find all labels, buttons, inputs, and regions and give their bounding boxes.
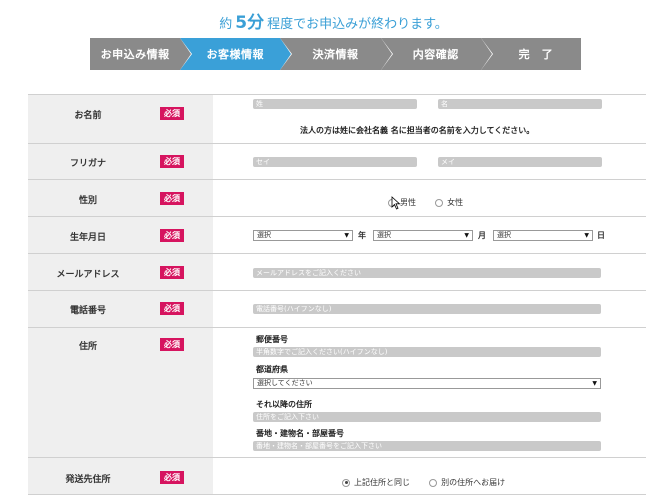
shipping-same-option[interactable]: 上記住所と同じ [342, 472, 410, 491]
label-cell: 発送先住所 必須 [28, 458, 213, 494]
label-cell: 生年月日 必須 [28, 217, 213, 253]
last-name-input[interactable]: 姓 [253, 99, 417, 109]
completion-time-header: 約 5分 程度でお申込みが終わります。 [0, 8, 667, 33]
progress-steps: お申込み情報 お客様情報 決済情報 内容確認 完 了 [90, 38, 582, 70]
radio-icon[interactable] [342, 478, 350, 487]
customer-info-form: お名前 必須 姓 名 法人の方は姓に会社名義 名に担当者の名前を入力してください… [28, 94, 646, 495]
last-name-kana-input[interactable]: セイ [253, 157, 417, 167]
building-input[interactable]: 番地・建物名・部屋番号をご記入下さい [253, 441, 601, 451]
required-badge: 必須 [160, 155, 184, 168]
radio-icon[interactable] [435, 198, 444, 207]
row-phone: 電話番号 必須 電話番号(ハイフンなし) [28, 291, 646, 328]
required-badge: 必須 [160, 338, 184, 351]
phone-input[interactable]: 電話番号(ハイフンなし) [253, 304, 601, 314]
day-unit: 日 [597, 231, 605, 240]
email-input[interactable]: メールアドレスをご記入ください [253, 268, 601, 278]
field-cell: 男性 女性 [213, 180, 646, 216]
header-minutes: 5分 [235, 13, 265, 33]
dropdown-arrow-icon: ▼ [584, 232, 589, 239]
label-cell: 性別 必須 [28, 180, 213, 216]
gender-female-label: 女性 [447, 198, 464, 207]
label-cell: 電話番号 必須 [28, 291, 213, 327]
gender-female-option[interactable]: 女性 [435, 192, 463, 211]
address-label: 住所 [78, 342, 97, 352]
dropdown-arrow-icon: ▼ [592, 380, 597, 387]
shipping-radio-group: 上記住所と同じ 別の住所へお届け [342, 472, 505, 491]
step-complete: 完 了 [480, 38, 582, 70]
corporate-name-note: 法人の方は姓に会社名義 名に担当者の名前を入力してください。 [300, 126, 535, 135]
header-suffix: 程度でお申込みが終わります。 [267, 17, 448, 32]
shipping-label: 発送先住所 [65, 475, 111, 485]
first-name-kana-input[interactable]: メイ [438, 157, 602, 167]
required-badge: 必須 [160, 471, 184, 484]
address-rest-label: それ以降の住所 [256, 400, 312, 409]
first-name-input[interactable]: 名 [438, 99, 602, 109]
row-gender: 性別 必須 男性 女性 [28, 180, 646, 217]
row-furigana: フリガナ 必須 セイ メイ [28, 144, 646, 180]
email-label: メールアドレス [56, 270, 120, 280]
label-cell: 住所 必須 [28, 328, 213, 457]
radio-icon[interactable] [429, 478, 438, 487]
name-label: お名前 [74, 111, 102, 121]
required-badge: 必須 [160, 266, 184, 279]
label-cell: フリガナ 必須 [28, 144, 213, 179]
row-birthdate: 生年月日 必須 選択 ▼ 年 選択 ▼ 月 選択 ▼ 日 [28, 217, 646, 254]
birth-year-select[interactable]: 選択 ▼ [253, 230, 353, 241]
building-label: 番地・建物名・部屋番号 [256, 429, 344, 438]
field-cell: 上記住所と同じ 別の住所へお届け [213, 458, 646, 494]
shipping-other-option[interactable]: 別の住所へお届け [429, 472, 505, 491]
label-cell: お名前 必須 [28, 95, 213, 143]
label-cell: メールアドレス 必須 [28, 254, 213, 290]
birthdate-label: 生年月日 [69, 233, 106, 243]
row-address: 住所 必須 郵便番号 半角数字でご記入ください(ハイフンなし) 都道府県 選択し… [28, 328, 646, 458]
required-badge: 必須 [160, 302, 184, 315]
required-badge: 必須 [160, 107, 184, 120]
birth-day-select[interactable]: 選択 ▼ [493, 230, 593, 241]
step-application-info: お申込み情報 [90, 38, 192, 70]
address-rest-input[interactable]: 住所をご記入下さい [253, 412, 601, 422]
furigana-label: フリガナ [69, 159, 106, 169]
required-badge: 必須 [160, 192, 184, 205]
dropdown-arrow-icon: ▼ [464, 232, 469, 239]
field-cell: 選択 ▼ 年 選択 ▼ 月 選択 ▼ 日 [213, 217, 646, 253]
birth-month-select[interactable]: 選択 ▼ [373, 230, 473, 241]
step-payment-info: 決済情報 [280, 38, 392, 70]
field-cell: セイ メイ [213, 144, 646, 179]
month-unit: 月 [478, 231, 486, 240]
row-name: お名前 必須 姓 名 法人の方は姓に会社名義 名に担当者の名前を入力してください… [28, 95, 646, 144]
field-cell: メールアドレスをご記入ください [213, 254, 646, 290]
field-cell: 郵便番号 半角数字でご記入ください(ハイフンなし) 都道府県 選択してください ▼… [213, 328, 646, 457]
birth-year-value: 選択 [257, 231, 271, 239]
postal-code-input[interactable]: 半角数字でご記入ください(ハイフンなし) [253, 347, 601, 357]
prefecture-value: 選択してください [257, 379, 313, 387]
prefecture-select[interactable]: 選択してください ▼ [253, 378, 601, 389]
row-email: メールアドレス 必須 メールアドレスをご記入ください [28, 254, 646, 291]
step-confirm: 内容確認 [380, 38, 493, 70]
gender-male-label: 男性 [400, 198, 416, 207]
field-cell: 姓 名 法人の方は姓に会社名義 名に担当者の名前を入力してください。 [213, 95, 646, 143]
birth-day-value: 選択 [497, 231, 511, 239]
shipping-other-label: 別の住所へお届け [441, 478, 506, 487]
field-cell: 電話番号(ハイフンなし) [213, 291, 646, 327]
header-prefix: 約 [219, 17, 233, 32]
prefecture-label: 都道府県 [256, 365, 288, 374]
year-unit: 年 [358, 231, 366, 240]
required-badge: 必須 [160, 229, 184, 242]
row-shipping: 発送先住所 必須 上記住所と同じ 別の住所へお届け [28, 458, 646, 495]
phone-label: 電話番号 [69, 306, 106, 316]
dropdown-arrow-icon: ▼ [344, 232, 349, 239]
postal-code-label: 郵便番号 [256, 335, 288, 344]
gender-label: 性別 [78, 196, 97, 206]
birth-month-value: 選択 [377, 231, 391, 239]
shipping-same-label: 上記住所と同じ [354, 478, 410, 487]
step-customer-info: お客様情報 [180, 38, 292, 70]
